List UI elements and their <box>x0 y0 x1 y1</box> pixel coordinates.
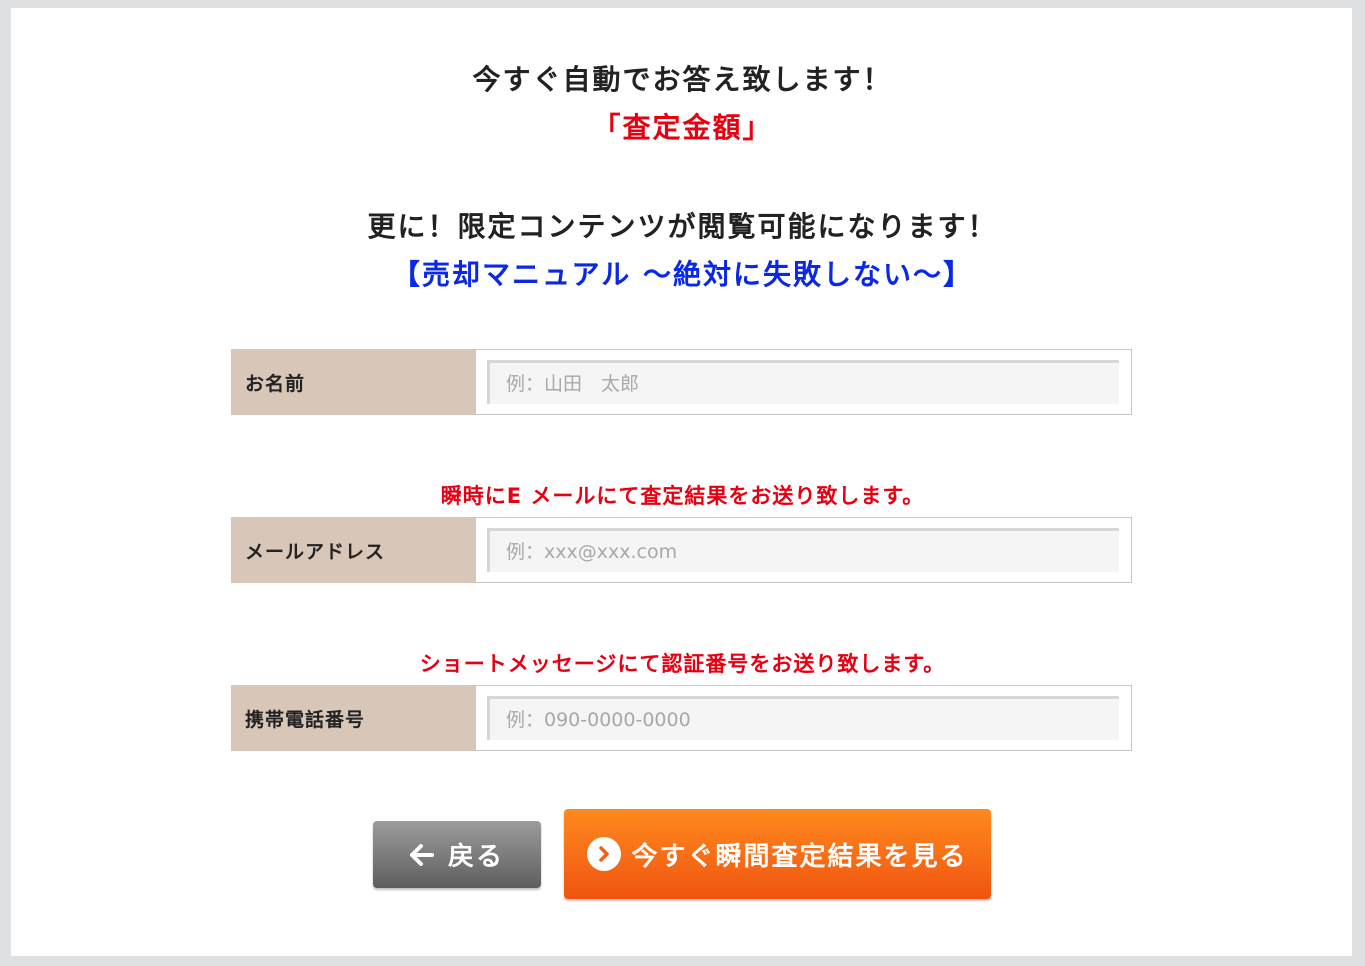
phone-field-label: 携帯電話番号 <box>231 685 476 751</box>
name-input[interactable] <box>487 360 1119 404</box>
email-field-label: メールアドレス <box>231 517 476 583</box>
submit-button-label: 今すぐ瞬間査定結果を見る <box>631 841 968 872</box>
email-input-wrap <box>476 517 1132 583</box>
headline-sale-manual: 【売却マニュアル 〜絶対に失敗しない〜】 <box>392 258 973 291</box>
name-field-label: お名前 <box>231 349 476 415</box>
phone-input-wrap <box>476 685 1132 751</box>
phone-notice: ショートメッセージにて認証番号をお送り致します。 <box>419 652 946 676</box>
back-button-label: 戻る <box>447 842 504 872</box>
back-button[interactable]: 戻る <box>373 821 541 888</box>
name-field-row: お名前 <box>231 349 1132 415</box>
view-appraisal-result-button[interactable]: 今すぐ瞬間査定結果を見る <box>564 809 991 899</box>
email-input[interactable] <box>487 528 1119 572</box>
phone-field-row: 携帯電話番号 <box>231 685 1132 751</box>
headline-limited-content: 更に！限定コンテンツが閲覧可能になります！ <box>367 210 998 243</box>
headline-auto-answer: 今すぐ自動でお答え致します！ <box>472 63 893 96</box>
email-field-row: メールアドレス <box>231 517 1132 583</box>
headline-appraisal-amount: 「査定金額」 <box>592 111 773 144</box>
arrow-left-icon <box>409 843 434 866</box>
email-notice: 瞬時にE メールにて査定結果をお送り致します。 <box>440 484 925 508</box>
phone-input[interactable] <box>487 696 1119 740</box>
name-input-wrap <box>476 349 1132 415</box>
chevron-right-circle-icon <box>587 837 622 871</box>
